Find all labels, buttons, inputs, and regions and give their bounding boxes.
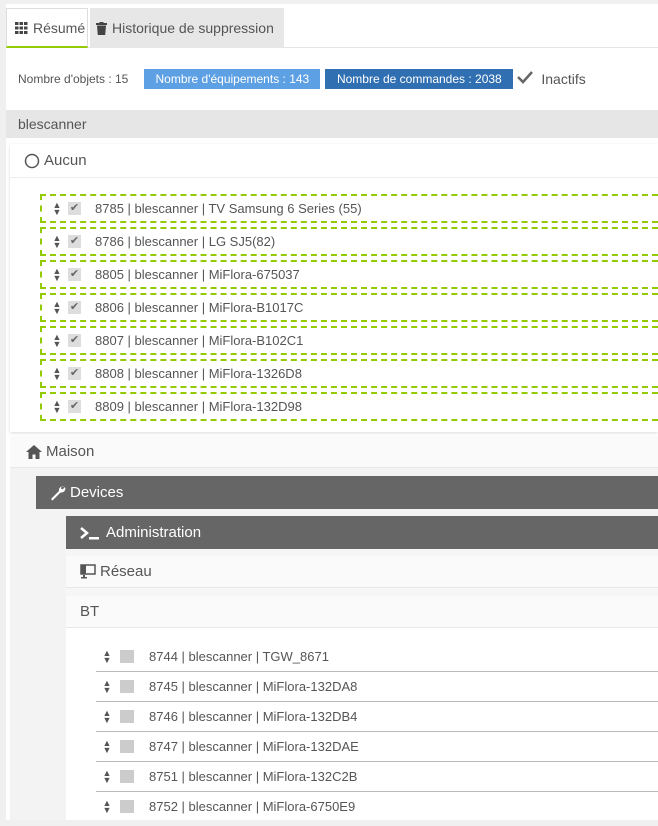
equipment-label: 8751 | blescanner | MiFlora-132C2B bbox=[149, 769, 358, 784]
group-devices: Devices Administration Réseau BT ▲ ▼ 874… bbox=[36, 476, 658, 820]
commands-count-badge: Nombre de commandes : 2038 bbox=[325, 69, 514, 89]
circle-icon bbox=[24, 153, 40, 169]
equipment-label: 8744 | blescanner | TGW_8671 bbox=[149, 649, 329, 664]
equipment-checkbox[interactable]: ✔ bbox=[68, 400, 81, 413]
sort-handle-icon[interactable]: ▲ ▼ bbox=[102, 738, 112, 754]
object-header: blescanner bbox=[6, 110, 658, 138]
equipment-checkbox[interactable]: ✔ bbox=[68, 235, 81, 248]
sort-handle-icon[interactable]: ▲ ▼ bbox=[102, 798, 112, 814]
sort-handle-icon[interactable]: ▲ ▼ bbox=[102, 708, 112, 724]
tab-bar: Résumé Historique de suppression bbox=[6, 4, 658, 48]
trash-icon bbox=[96, 21, 107, 35]
list-item[interactable]: ▲ ▼ ✔ 8786 | blescanner | LG SJ5(82) bbox=[40, 227, 658, 256]
sort-handle-icon[interactable]: ▲ ▼ bbox=[52, 233, 62, 249]
equipment-checkbox[interactable] bbox=[120, 710, 134, 723]
group-bt-label: BT bbox=[80, 603, 100, 620]
inactive-label: Inactifs bbox=[541, 71, 586, 87]
sort-handle-icon[interactable]: ▲ ▼ bbox=[52, 266, 62, 282]
tab-resume-label: Résumé bbox=[33, 19, 86, 36]
aucun-equipment-list: ▲ ▼ ✔ 8785 | blescanner | TV Samsung 6 Se… bbox=[40, 194, 658, 425]
list-item[interactable]: ▲ ▼ 8744 | blescanner | TGW_8671 bbox=[96, 642, 658, 672]
equipment-label: 8809 | blescanner | MiFlora-132D98 bbox=[95, 399, 302, 414]
wrench-icon bbox=[50, 485, 66, 501]
group-reseau-label: Réseau bbox=[100, 563, 152, 580]
group-devices-title[interactable]: Devices bbox=[36, 476, 658, 509]
grid-icon bbox=[15, 21, 28, 34]
sort-handle-icon[interactable]: ▲ ▼ bbox=[52, 398, 62, 414]
main-panel: Résumé Historique de suppression Nombre … bbox=[6, 4, 658, 820]
group-administration-label: Administration bbox=[106, 524, 202, 541]
equipment-label: 8805 | blescanner | MiFlora-675037 bbox=[95, 267, 300, 282]
equipment-label: 8806 | blescanner | MiFlora-B1017C bbox=[95, 300, 304, 315]
sort-handle-icon[interactable]: ▲ ▼ bbox=[52, 299, 62, 315]
tab-history[interactable]: Historique de suppression bbox=[90, 8, 284, 48]
group-bt-title[interactable]: BT bbox=[66, 596, 658, 628]
group-aucun-title[interactable]: Aucun bbox=[10, 144, 658, 178]
equipment-label: 8745 | blescanner | MiFlora-132DA8 bbox=[149, 679, 358, 694]
list-item[interactable]: ▲ ▼ ✔ 8806 | blescanner | MiFlora-B1017C bbox=[40, 293, 658, 322]
list-item[interactable]: ▲ ▼ ✔ 8808 | blescanner | MiFlora-1326D8 bbox=[40, 359, 658, 388]
network-icon bbox=[80, 564, 96, 579]
equipment-label: 8786 | blescanner | LG SJ5(82) bbox=[95, 234, 276, 249]
terminal-icon bbox=[80, 526, 100, 540]
group-devices-label: Devices bbox=[70, 484, 124, 501]
check-icon bbox=[517, 70, 534, 84]
sort-handle-icon[interactable]: ▲ ▼ bbox=[102, 768, 112, 784]
list-item[interactable]: ▲ ▼ 8751 | blescanner | MiFlora-132C2B bbox=[96, 762, 658, 792]
objects-count: Nombre d'objets : 15 bbox=[18, 72, 129, 86]
equipment-checkbox[interactable]: ✔ bbox=[68, 268, 81, 281]
list-item[interactable]: ▲ ▼ 8752 | blescanner | MiFlora-6750E9 bbox=[96, 792, 658, 820]
group-maison-title[interactable]: Maison bbox=[10, 436, 658, 468]
list-item[interactable]: ▲ ▼ 8747 | blescanner | MiFlora-132DAE bbox=[96, 732, 658, 762]
bt-equipment-list: ▲ ▼ 8744 | blescanner | TGW_8671 ▲ ▼ 8745 … bbox=[96, 642, 658, 820]
sort-handle-icon[interactable]: ▲ ▼ bbox=[102, 648, 112, 664]
equipment-label: 8747 | blescanner | MiFlora-132DAE bbox=[149, 739, 359, 754]
equipment-checkbox[interactable] bbox=[120, 740, 134, 753]
equipment-label: 8746 | blescanner | MiFlora-132DB4 bbox=[149, 709, 358, 724]
inactive-checkbox[interactable] bbox=[517, 70, 534, 89]
equipment-checkbox[interactable] bbox=[120, 650, 134, 663]
equipment-checkbox[interactable]: ✔ bbox=[68, 367, 81, 380]
list-item[interactable]: ▲ ▼ 8745 | blescanner | MiFlora-132DA8 bbox=[96, 672, 658, 702]
sort-handle-icon[interactable]: ▲ ▼ bbox=[102, 678, 112, 694]
home-icon bbox=[26, 444, 42, 459]
sort-handle-icon[interactable]: ▲ ▼ bbox=[52, 332, 62, 348]
group-administration: Administration Réseau BT ▲ ▼ 8744 | bles… bbox=[66, 516, 658, 820]
equipments-count-badge: Nombre d'équipements : 143 bbox=[144, 69, 321, 89]
list-item[interactable]: ▲ ▼ ✔ 8785 | blescanner | TV Samsung 6 Se… bbox=[40, 194, 658, 223]
equipment-checkbox[interactable]: ✔ bbox=[68, 202, 81, 215]
list-item[interactable]: ▲ ▼ ✔ 8807 | blescanner | MiFlora-B102C1 bbox=[40, 326, 658, 355]
group-reseau-title[interactable]: Réseau bbox=[66, 556, 658, 588]
group-administration-title[interactable]: Administration bbox=[66, 516, 658, 549]
tab-resume[interactable]: Résumé bbox=[6, 8, 88, 48]
equipment-label: 8752 | blescanner | MiFlora-6750E9 bbox=[149, 799, 356, 814]
tab-history-label: Historique de suppression bbox=[112, 20, 274, 36]
sort-handle-icon[interactable]: ▲ ▼ bbox=[52, 200, 62, 216]
equipment-checkbox[interactable] bbox=[120, 770, 134, 783]
list-item[interactable]: ▲ ▼ 8746 | blescanner | MiFlora-132DB4 bbox=[96, 702, 658, 732]
group-aucun: Aucun ▲ ▼ ✔ 8785 | blescanner | TV Samsun… bbox=[10, 144, 658, 432]
equipment-label: 8785 | blescanner | TV Samsung 6 Series … bbox=[95, 201, 362, 216]
equipment-checkbox[interactable]: ✔ bbox=[68, 334, 81, 347]
list-item[interactable]: ▲ ▼ ✔ 8809 | blescanner | MiFlora-132D98 bbox=[40, 392, 658, 421]
equipment-checkbox[interactable] bbox=[120, 680, 134, 693]
equipment-checkbox[interactable] bbox=[120, 800, 134, 813]
group-maison: Maison Devices Administration Réseau BT … bbox=[10, 436, 658, 820]
equipment-label: 8808 | blescanner | MiFlora-1326D8 bbox=[95, 366, 302, 381]
group-aucun-label: Aucun bbox=[44, 152, 87, 169]
group-maison-label: Maison bbox=[46, 443, 95, 460]
summary-bar: Nombre d'objets : 15 Nombre d'équipement… bbox=[18, 68, 658, 90]
equipment-checkbox[interactable]: ✔ bbox=[68, 301, 81, 314]
equipment-label: 8807 | blescanner | MiFlora-B102C1 bbox=[95, 333, 304, 348]
list-item[interactable]: ▲ ▼ ✔ 8805 | blescanner | MiFlora-675037 bbox=[40, 260, 658, 289]
group-bt: BT ▲ ▼ 8744 | blescanner | TGW_8671 ▲ ▼ 87… bbox=[66, 596, 658, 820]
sort-handle-icon[interactable]: ▲ ▼ bbox=[52, 365, 62, 381]
